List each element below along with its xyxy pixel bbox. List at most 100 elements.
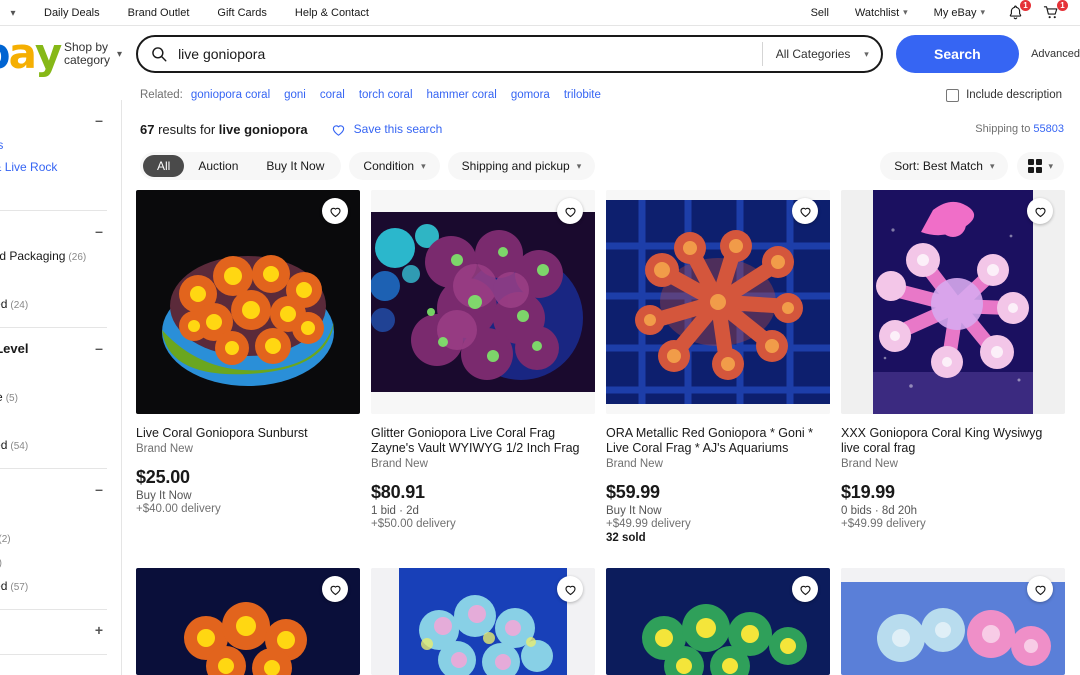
result-image-container[interactable] — [841, 568, 1065, 675]
chevron-down-icon[interactable]: ▾ — [4, 7, 22, 19]
filter-section-category-header[interactable]: Category – — [0, 112, 107, 128]
watchlist-heart-button[interactable] — [792, 198, 818, 224]
result-item[interactable] — [841, 568, 1076, 675]
shipping-to-zip[interactable]: 55803 — [1033, 123, 1064, 135]
collapse-icon[interactable]: – — [93, 112, 105, 128]
filter-section-type-header[interactable]: Type + — [0, 622, 107, 638]
result-title[interactable]: Glitter Goniopora Live Coral Frag Zayne'… — [371, 426, 593, 456]
cart-button[interactable]: 1 — [1033, 0, 1070, 21]
related-link-gomora[interactable]: gomora — [511, 89, 550, 101]
result-item[interactable]: XXX Goniopora Coral King Wysiwyg live co… — [841, 190, 1076, 544]
watchlist-heart-button[interactable] — [1027, 198, 1053, 224]
result-item[interactable] — [371, 568, 606, 675]
filter-item-brand-1[interactable]: Unbranded(2) — [0, 527, 107, 551]
result-image-container[interactable] — [371, 568, 595, 675]
related-link-goniopora-coral[interactable]: goniopora coral — [191, 89, 270, 101]
result-title[interactable]: XXX Goniopora Coral King Wysiwyg live co… — [841, 426, 1063, 456]
filter-item-brand-0[interactable]: ORA's(6) — [0, 503, 107, 527]
notifications-button[interactable]: 1 — [998, 0, 1033, 21]
nav-help-contact[interactable]: Help & Contact — [281, 7, 383, 19]
nav-daily-deals[interactable]: Daily Deals — [22, 7, 114, 19]
collapse-icon[interactable]: – — [93, 223, 105, 239]
collapse-icon[interactable]: – — [93, 667, 105, 675]
result-buying-format: Buy It Now — [606, 505, 662, 517]
collapse-icon[interactable]: – — [93, 340, 105, 356]
related-link-hammer-coral[interactable]: hammer coral — [427, 89, 497, 101]
search-input[interactable] — [176, 45, 762, 63]
notifications-badge: 1 — [1020, 0, 1031, 11]
result-image-container[interactable] — [371, 190, 595, 414]
result-item[interactable]: ORA Metallic Red Goniopora * Goni * Live… — [606, 190, 841, 544]
watchlist-heart-button[interactable] — [792, 576, 818, 602]
watchlist-heart-button[interactable] — [322, 576, 348, 602]
result-item[interactable] — [136, 568, 371, 675]
search-results-grid: Live Coral Goniopora Sunburst Brand New … — [136, 190, 1080, 544]
filter-item-brand-3[interactable]: Not Specified(57) — [0, 575, 107, 599]
result-title[interactable]: Live Coral Goniopora Sunburst — [136, 426, 358, 441]
filter-item-pet-supplies[interactable]: Pet Supplies — [0, 134, 107, 156]
filter-item-live-coral-live-rock[interactable]: Live Coral & Live Rock — [0, 156, 107, 178]
filter-item-difficulty-1[interactable]: Intermediate(5) — [0, 386, 107, 410]
result-item[interactable] — [606, 568, 841, 675]
sort-dropdown[interactable]: Sort: Best Match ▾ — [880, 152, 1009, 180]
filter-section-price-header[interactable]: Price – — [0, 667, 107, 675]
chip-condition[interactable]: Condition ▾ — [349, 152, 440, 180]
utility-links-left: ▾ Daily Deals Brand Outlet Gift Cards He… — [4, 7, 383, 19]
search-field[interactable] — [138, 37, 762, 71]
result-image-container[interactable] — [606, 190, 830, 414]
filter-item-difficulty-3[interactable]: Not Specified(54) — [0, 434, 107, 458]
nav-brand-outlet[interactable]: Brand Outlet — [114, 7, 204, 19]
advanced-search-link[interactable]: Advanced — [1031, 48, 1080, 60]
result-item[interactable]: Glitter Goniopora Live Coral Frag Zayne'… — [371, 190, 606, 544]
include-description-toggle[interactable]: Include description — [946, 88, 1062, 102]
filter-section-brand-header[interactable]: Brand – — [0, 481, 107, 497]
watchlist-heart-button[interactable] — [557, 198, 583, 224]
chevron-down-icon: ▾ — [864, 48, 869, 59]
result-title[interactable]: ORA Metallic Red Goniopora * Goni * Live… — [606, 426, 828, 456]
nav-my-ebay[interactable]: My eBay ▾ — [921, 7, 998, 19]
result-image-container[interactable] — [841, 190, 1065, 414]
filter-section-price: Price – Under $75.00 $75.00 to $150.00 — [0, 655, 107, 675]
search-button[interactable]: Search — [895, 35, 1020, 73]
ebay-logo[interactable]: ebay — [0, 33, 62, 75]
shop-by-category-button[interactable]: Shop by category ▾ — [64, 41, 122, 67]
result-shipping: +$40.00 delivery — [136, 503, 221, 515]
include-description-checkbox[interactable] — [946, 88, 960, 102]
nav-sell[interactable]: Sell — [798, 7, 842, 19]
result-item[interactable]: Live Coral Goniopora Sunburst Brand New … — [136, 190, 371, 544]
related-link-coral[interactable]: coral — [320, 89, 345, 101]
chip-all[interactable]: All — [143, 155, 185, 177]
results-count-number: 67 — [140, 121, 155, 137]
filter-section-condition-header[interactable]: Condition – — [0, 223, 107, 239]
filter-item-condition-2[interactable]: Not Specified(24) — [0, 293, 107, 317]
watchlist-heart-button[interactable] — [322, 198, 348, 224]
save-this-search-button[interactable]: Save this search — [330, 121, 442, 138]
filter-item-condition-1[interactable]: Used(16) — [0, 269, 107, 293]
chip-auction[interactable]: Auction — [184, 155, 252, 177]
watchlist-heart-button[interactable] — [557, 576, 583, 602]
chip-buy-it-now[interactable]: Buy It Now — [252, 155, 338, 177]
nav-gift-cards[interactable]: Gift Cards — [203, 7, 281, 19]
expand-icon[interactable]: + — [93, 622, 105, 638]
category-select[interactable]: All Categories ▾ — [763, 37, 881, 71]
filter-item-brand-2[interactable]: Seachem(1) — [0, 551, 107, 575]
result-image-container[interactable] — [606, 568, 830, 675]
filter-item-label: Not Specified — [0, 438, 8, 452]
nav-watchlist[interactable]: Watchlist ▾ — [842, 7, 921, 19]
filter-item-difficulty-2[interactable]: Expert(3) — [0, 410, 107, 434]
filter-section-difficulty-header[interactable]: Difficulty Level – — [0, 340, 107, 356]
filter-item-condition-0[interactable]: New Opened Packaging(26) — [0, 245, 107, 269]
watchlist-heart-button[interactable] — [1027, 576, 1053, 602]
collapse-icon[interactable]: – — [93, 481, 105, 497]
related-link-goni[interactable]: goni — [284, 89, 306, 101]
global-utility-bar: ▾ Daily Deals Brand Outlet Gift Cards He… — [0, 0, 1080, 26]
result-image-container[interactable] — [136, 190, 360, 414]
view-mode-dropdown[interactable]: ▾ — [1017, 152, 1064, 180]
filter-see-all-categories[interactable]: See all + — [0, 178, 107, 200]
chip-shipping-and-pickup[interactable]: Shipping and pickup ▾ — [447, 152, 596, 180]
related-link-trilobite[interactable]: trilobite — [564, 89, 601, 101]
related-link-torch-coral[interactable]: torch coral — [359, 89, 413, 101]
result-image-container[interactable] — [136, 568, 360, 675]
result-condition: Brand New — [606, 458, 663, 470]
filter-item-difficulty-0[interactable]: Beginner(4) — [0, 362, 107, 386]
